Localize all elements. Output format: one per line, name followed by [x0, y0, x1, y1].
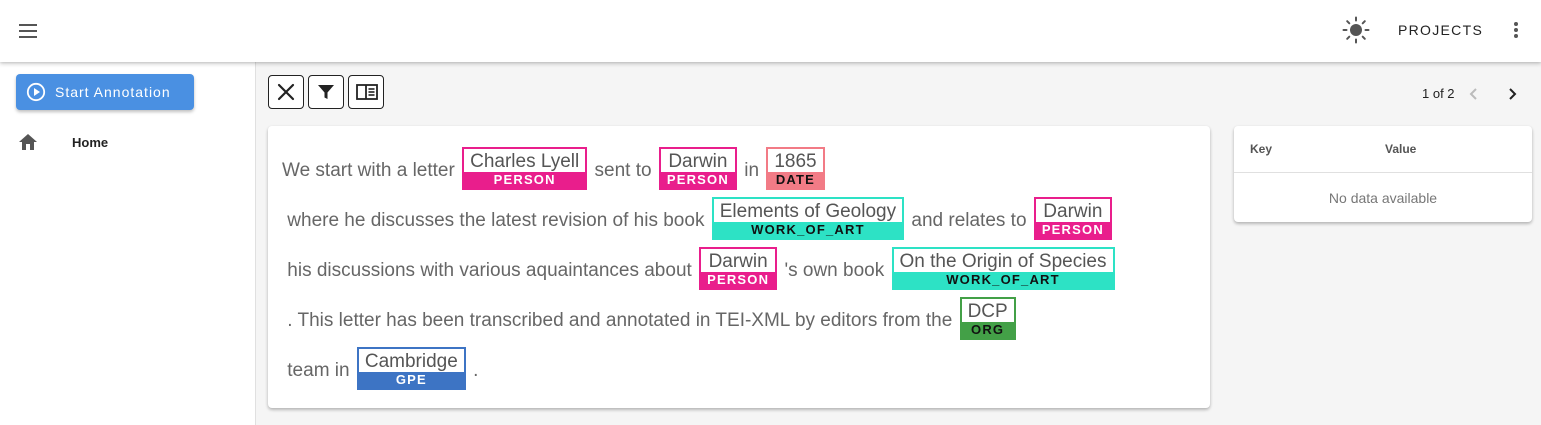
- entity-tag-person[interactable]: Darwin PERSON: [658, 147, 737, 190]
- chevron-left-icon[interactable]: [1462, 82, 1486, 106]
- app-bar: PROJECTS: [0, 0, 1541, 62]
- entity-label: WORK_OF_ART: [713, 222, 903, 238]
- entity-tag-work-of-art[interactable]: On the Origin of Species WORK_OF_ART: [891, 247, 1115, 290]
- entity-tag-person[interactable]: Darwin PERSON: [699, 247, 778, 290]
- entity-label: PERSON: [660, 172, 735, 188]
- entity-tag-work-of-art[interactable]: Elements of Geology WORK_OF_ART: [711, 197, 905, 240]
- entity-text: Elements of Geology: [719, 201, 897, 222]
- entity-text: Darwin: [668, 151, 728, 172]
- filter-icon: [318, 85, 334, 99]
- entity-text: Charles Lyell: [470, 151, 580, 172]
- sidebar: Start Annotation Home: [0, 62, 256, 425]
- entity-tag-person[interactable]: Darwin PERSON: [1033, 197, 1112, 240]
- entity-text: Darwin: [708, 251, 768, 272]
- entity-text: 1865: [774, 151, 817, 172]
- text-segment: where he discusses the latest revision o…: [282, 210, 710, 231]
- start-annotation-label: Start Annotation: [55, 84, 171, 100]
- sidebar-item-home[interactable]: Home: [0, 130, 255, 156]
- entity-text: Cambridge: [364, 351, 458, 372]
- entity-label: PERSON: [701, 272, 776, 288]
- text-segment: team in: [282, 360, 355, 381]
- entity-tag-gpe[interactable]: Cambridge GPE: [356, 347, 466, 390]
- chevron-right-icon[interactable]: [1500, 82, 1524, 106]
- entity-label: WORK_OF_ART: [893, 272, 1113, 288]
- text-segment: sent to: [589, 160, 657, 181]
- start-annotation-button[interactable]: Start Annotation: [16, 74, 194, 110]
- text-segment: .: [467, 360, 479, 381]
- entity-text: Darwin: [1043, 201, 1103, 222]
- annotated-text: We start with a letter Charles Lyell PERS…: [282, 146, 1202, 396]
- sun-icon[interactable]: [1342, 16, 1370, 44]
- text-segment: and relates to: [906, 210, 1032, 231]
- text-segment: in: [738, 160, 765, 181]
- entity-label: PERSON: [1035, 222, 1110, 238]
- sidebar-item-label: Home: [72, 135, 109, 150]
- value-column-header[interactable]: Value: [1385, 126, 1416, 173]
- sidebar-toggle-button[interactable]: [348, 75, 384, 109]
- menu-icon[interactable]: [14, 18, 42, 44]
- text-segment: We start with a letter: [282, 160, 461, 181]
- entity-label: GPE: [358, 372, 464, 388]
- entity-label: ORG: [961, 322, 1014, 338]
- entity-tag-person[interactable]: Charles Lyell PERSON: [462, 147, 588, 190]
- text-segment: 's own book: [779, 260, 890, 281]
- more-vert-icon[interactable]: [1504, 16, 1528, 44]
- entity-label: PERSON: [464, 172, 586, 188]
- page-indicator: 1 of 2: [1422, 86, 1455, 101]
- close-icon: [277, 83, 295, 101]
- empty-state: No data available: [1328, 190, 1438, 206]
- home-icon: [19, 134, 37, 150]
- entity-label: DATE: [768, 172, 823, 188]
- projects-button[interactable]: PROJECTS: [1386, 16, 1495, 44]
- text-segment: . This letter has been transcribed and a…: [282, 310, 958, 331]
- sidebar-toggle-icon: [356, 84, 378, 100]
- key-column-header[interactable]: Key: [1250, 126, 1272, 173]
- text-segment: his discussions with various aquaintance…: [282, 260, 698, 281]
- entity-text: On the Origin of Species: [899, 251, 1107, 272]
- table-header: Key Value: [1234, 126, 1532, 173]
- entity-text: DCP: [967, 301, 1008, 322]
- document-card: We start with a letter Charles Lyell PERS…: [268, 126, 1210, 408]
- key-value-table: Key Value No data available: [1234, 126, 1532, 222]
- filter-button[interactable]: [308, 75, 344, 109]
- close-button[interactable]: [268, 75, 304, 109]
- play-circle-icon: [26, 82, 46, 102]
- entity-tag-org[interactable]: DCP ORG: [959, 297, 1016, 340]
- entity-tag-date[interactable]: 1865 DATE: [766, 147, 825, 190]
